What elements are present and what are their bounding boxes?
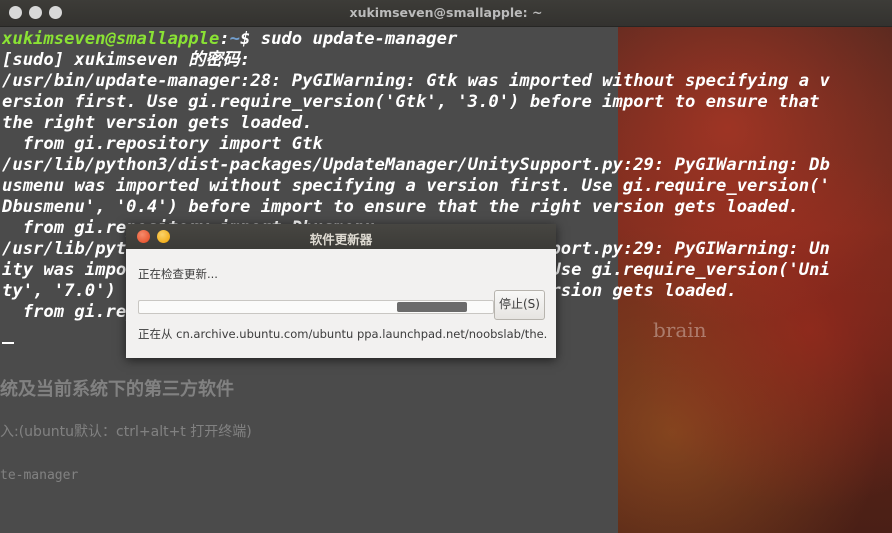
stop-button[interactable]: 停止(S)	[494, 290, 545, 320]
update-detail-label: 正在从 cn.archive.ubuntu.com/ubuntu ppa.lau…	[138, 327, 548, 341]
update-status-label: 正在检查更新...	[138, 267, 218, 281]
terminal-line: /usr/bin/update-manager:28: PyGIWarning:…	[2, 71, 830, 91]
command-text: sudo update-manager	[260, 29, 458, 49]
prompt-line: xukimseven@smallapple:~$ sudo update-man…	[2, 29, 890, 50]
prompt-separator: :	[219, 29, 230, 49]
terminal-line: from gi.repository import Gtk	[2, 134, 323, 154]
terminal-line: usmenu was imported without specifying a…	[2, 176, 830, 196]
prompt-end: $	[240, 29, 261, 49]
terminal-titlebar: xukimseven@smallapple: ~	[0, 0, 892, 27]
terminal-line: Dbusmenu', '0.4') before import to ensur…	[2, 197, 799, 217]
background-instruction: 入:(ubuntu默认：ctrl+alt+t 打开终端)	[0, 424, 252, 440]
window-title: xukimseven@smallapple: ~	[349, 5, 543, 20]
dialog-title: 软件更新器	[309, 232, 373, 247]
progress-fill	[397, 302, 467, 312]
terminal-line: /usr/lib/python3/dist-packages/UpdateMan…	[2, 155, 830, 175]
dialog-titlebar: 软件更新器	[126, 224, 556, 249]
terminal-line: the right version gets loaded.	[2, 113, 313, 133]
background-code: te-manager	[0, 468, 79, 483]
update-progress-bar	[138, 300, 494, 314]
terminal-line: [sudo] xukimseven 的密码:	[2, 50, 251, 70]
prompt-user: xukimseven@smallapple	[2, 29, 220, 49]
background-heading: 统及当前系统下的第三方软件	[0, 379, 234, 400]
terminal-line: ersion first. Use gi.require_version('Gt…	[2, 92, 820, 112]
prompt-path: ~	[229, 29, 241, 49]
software-updater-dialog: 软件更新器 正在检查更新... 停止(S) 正在从 cn.archive.ubu…	[126, 224, 556, 358]
terminal-cursor	[2, 342, 14, 344]
